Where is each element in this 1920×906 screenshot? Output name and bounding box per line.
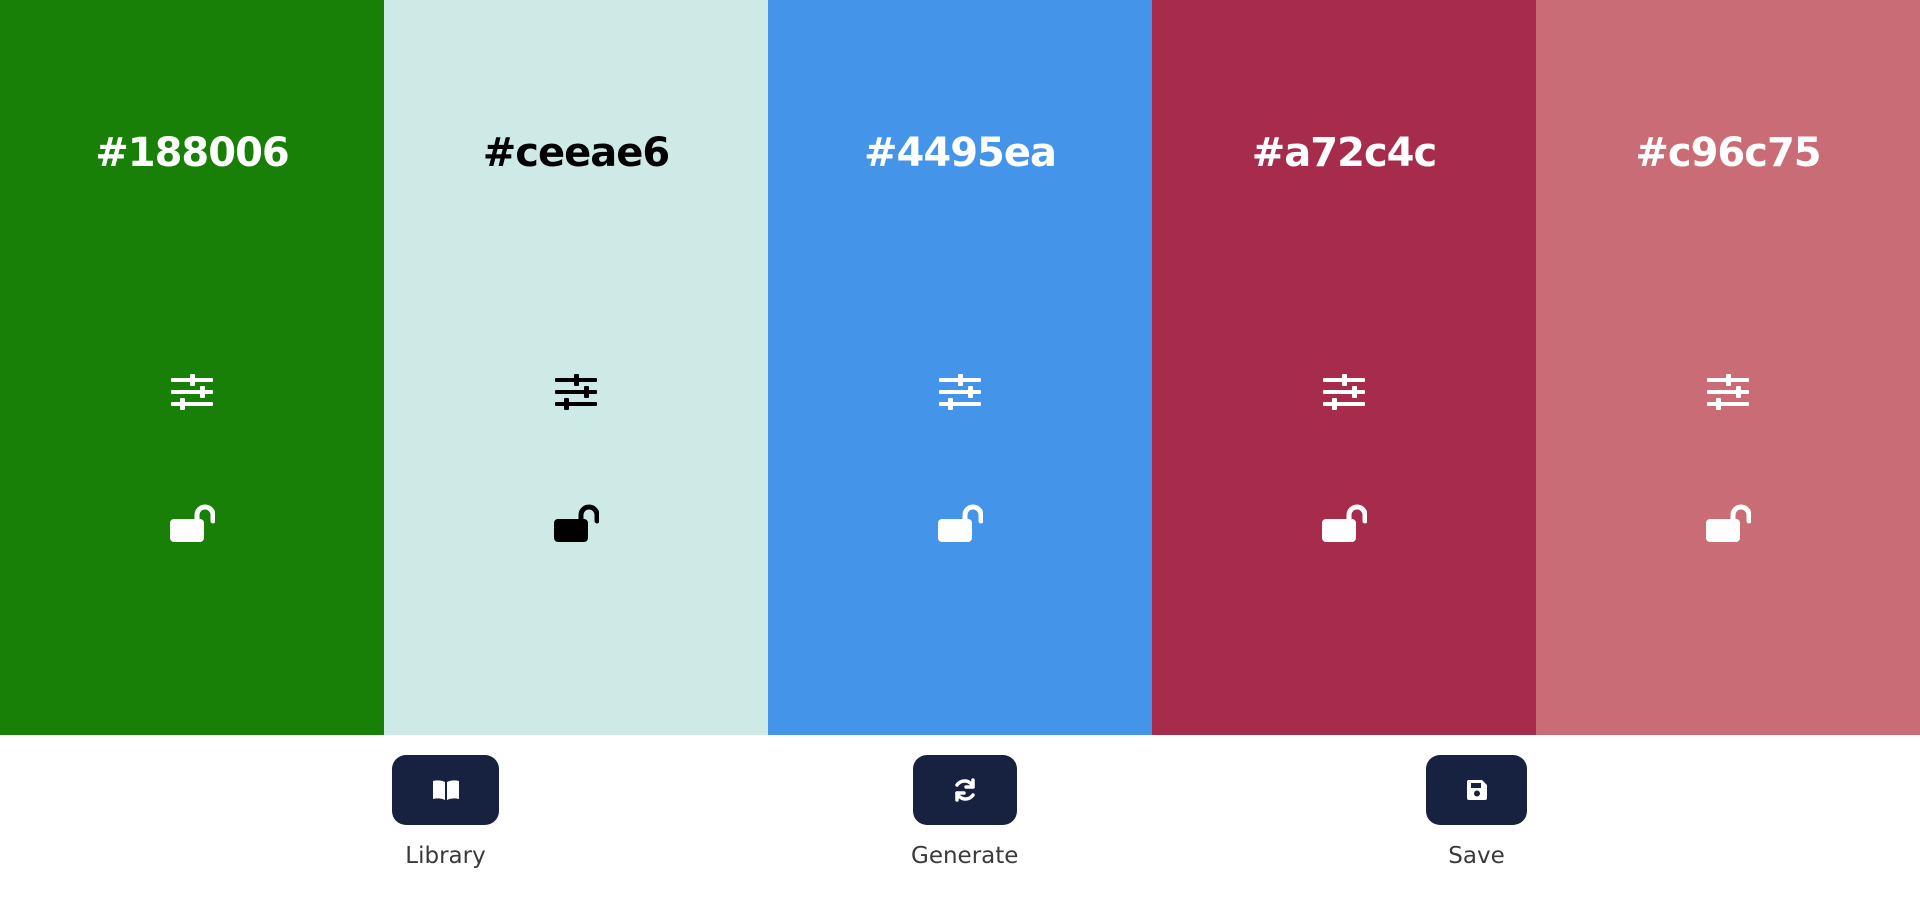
generate-label: Generate: [911, 843, 1019, 869]
save-control: Save: [1426, 755, 1527, 869]
library-control: Library: [392, 755, 499, 869]
hex-label[interactable]: #c96c75: [1536, 130, 1920, 176]
unlocked-padlock-icon: [1706, 504, 1751, 542]
library-label: Library: [405, 843, 486, 869]
sliders-icon: [1323, 374, 1365, 410]
sliders-icon: [171, 374, 213, 410]
lock-button[interactable]: [932, 494, 988, 550]
save-label: Save: [1448, 843, 1505, 869]
library-button[interactable]: [392, 755, 499, 825]
adjust-button[interactable]: [548, 364, 604, 420]
generate-button[interactable]: [912, 755, 1017, 825]
sliders-icon: [555, 374, 597, 410]
open-book-icon: [432, 780, 459, 800]
save-button[interactable]: [1426, 755, 1527, 825]
lock-button[interactable]: [1700, 494, 1756, 550]
floppy-disk-icon: [1466, 780, 1487, 800]
sliders-icon: [939, 374, 981, 410]
refresh-icon: [954, 778, 975, 802]
lock-button[interactable]: [164, 494, 220, 550]
unlocked-padlock-icon: [170, 504, 215, 542]
adjust-button[interactable]: [1700, 364, 1756, 420]
unlocked-padlock-icon: [1322, 504, 1367, 542]
unlocked-padlock-icon: [938, 504, 983, 542]
adjust-button[interactable]: [1316, 364, 1372, 420]
unlocked-padlock-icon: [554, 504, 599, 542]
lock-button[interactable]: [1316, 494, 1372, 550]
color-swatch-1: #188006: [0, 0, 384, 735]
lock-button[interactable]: [548, 494, 604, 550]
generate-control: Generate: [911, 755, 1018, 869]
color-swatch-3: #4495ea: [768, 0, 1152, 735]
hex-label[interactable]: #a72c4c: [1152, 130, 1536, 176]
adjust-button[interactable]: [164, 364, 220, 420]
hex-label[interactable]: #ceeae6: [384, 130, 768, 176]
adjust-button[interactable]: [932, 364, 988, 420]
color-swatch-5: #c96c75: [1536, 0, 1920, 735]
color-palette: #188006 #ceeae6 #4495ea #a72c4c #c96c75: [0, 0, 1920, 735]
hex-label[interactable]: #4495ea: [768, 130, 1152, 176]
color-swatch-2: #ceeae6: [384, 0, 768, 735]
control-panel: Library Generate Save: [0, 735, 1920, 906]
color-swatch-4: #a72c4c: [1152, 0, 1536, 735]
hex-label[interactable]: #188006: [0, 130, 384, 176]
sliders-icon: [1707, 374, 1749, 410]
